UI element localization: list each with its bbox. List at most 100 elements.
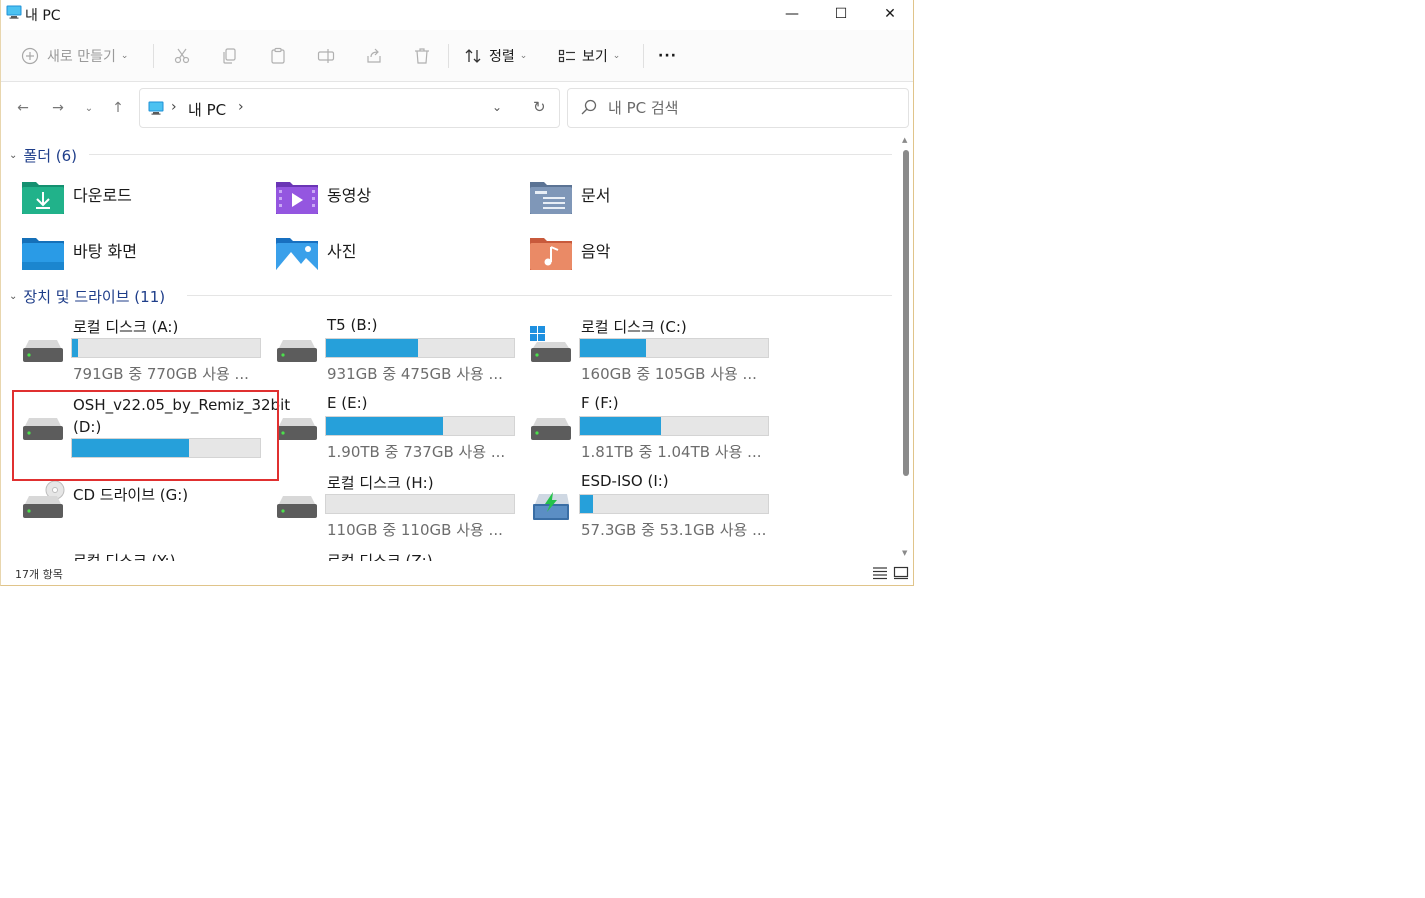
cut-button[interactable] <box>173 42 191 70</box>
hard-drive-icon <box>277 418 317 440</box>
scissors-icon <box>174 48 190 64</box>
drive-name: 로컬 디스크 (Z:) <box>327 552 433 561</box>
videos-folder-icon <box>276 182 318 214</box>
close-button[interactable]: ✕ <box>866 0 913 28</box>
folder-videos[interactable]: 동영상 <box>275 176 515 226</box>
hard-drive-icon <box>277 340 317 362</box>
drive-name: ESD-ISO (I:) <box>581 472 669 490</box>
documents-folder-icon <box>530 182 572 214</box>
minimize-button[interactable]: — <box>768 0 816 28</box>
drive-h[interactable]: 로컬 디스크 (H:) 110GB 중 110GB 사용 ... <box>275 472 529 544</box>
drive-info: 931GB 중 475GB 사용 ... <box>327 365 503 383</box>
folder-downloads[interactable]: 다운로드 <box>21 176 261 226</box>
drive-usage-bar <box>325 416 515 436</box>
large-icons-view-icon[interactable] <box>893 566 909 580</box>
address-bar[interactable]: › 내 PC › ⌄ ↻ <box>139 88 560 128</box>
drive-name: T5 (B:) <box>327 316 378 334</box>
hard-drive-icon <box>531 418 571 440</box>
drive-i[interactable]: ESD-ISO (I:) 57.3GB 중 53.1GB 사용 ... <box>529 472 783 544</box>
section-divider <box>187 295 892 296</box>
search-box[interactable] <box>567 88 909 128</box>
arrow-right-icon: → <box>52 100 64 116</box>
drive-y[interactable]: 로컬 디스크 (Y:) <box>21 550 275 561</box>
divider <box>643 44 644 68</box>
recent-locations-button[interactable]: ⌄ <box>77 96 101 120</box>
drive-a[interactable]: 로컬 디스크 (A:) 791GB 중 770GB 사용 ... <box>21 316 275 388</box>
chevron-down-icon: ⌄ <box>9 149 18 161</box>
iso-drive-icon <box>533 492 569 520</box>
back-button[interactable]: ← <box>11 96 35 120</box>
drive-name: 로컬 디스크 (A:) <box>73 318 179 336</box>
chevron-down-icon: ⌄ <box>84 102 94 114</box>
drive-usage-bar <box>579 494 769 514</box>
chevron-down-icon: ⌄ <box>9 290 18 302</box>
scroll-up-icon[interactable]: ▲ <box>902 136 907 144</box>
this-pc-icon <box>6 5 22 19</box>
drive-usage-fill <box>580 495 594 513</box>
drive-info: 791GB 중 770GB 사용 ... <box>73 365 249 383</box>
drive-c[interactable]: 로컬 디스크 (C:) 160GB 중 105GB 사용 ... <box>529 316 783 388</box>
drive-usage-bar <box>579 416 769 436</box>
arrow-left-icon: ← <box>17 100 29 116</box>
divider <box>448 44 449 68</box>
drive-name: 로컬 디스크 (Y:) <box>73 552 176 561</box>
folders-section-title: 폴더 (6) <box>23 146 78 165</box>
forward-button[interactable]: → <box>46 96 70 120</box>
windows-drive-icon <box>530 326 571 362</box>
new-button-label: 새로 만들기 <box>47 49 116 65</box>
scroll-down-icon[interactable]: ▼ <box>902 549 907 557</box>
sort-button[interactable]: 정렬 ⌄ <box>464 42 527 70</box>
delete-button[interactable] <box>413 42 431 70</box>
drive-b[interactable]: T5 (B:) 931GB 중 475GB 사용 ... <box>275 316 529 388</box>
address-history-dropdown-icon[interactable]: ⌄ <box>492 100 502 114</box>
drive-g[interactable]: CD 드라이브 (G:) <box>21 472 275 544</box>
up-button[interactable]: ↑ <box>106 96 130 120</box>
drive-z[interactable]: 로컬 디스크 (Z:) <box>275 550 529 561</box>
folder-pictures[interactable]: 사진 <box>275 232 515 282</box>
drive-e[interactable]: E (E:) 1.90TB 중 737GB 사용 ... <box>275 394 529 466</box>
copy-icon <box>223 48 236 64</box>
folder-desktop[interactable]: 바탕 화면 <box>21 232 261 282</box>
this-pc-icon <box>148 101 164 115</box>
drive-f[interactable]: F (F:) 1.81TB 중 1.04TB 사용 ... <box>529 394 783 466</box>
window-title: 내 PC <box>25 8 61 24</box>
paste-icon <box>271 47 285 64</box>
refresh-icon[interactable]: ↻ <box>533 98 546 116</box>
share-icon <box>367 48 381 63</box>
share-button[interactable] <box>365 42 383 70</box>
drive-name: 로컬 디스크 (C:) <box>581 318 687 336</box>
copy-button[interactable] <box>221 42 239 70</box>
folder-name: 다운로드 <box>73 186 132 205</box>
vertical-scrollbar[interactable]: ▲ ▼ <box>899 136 913 561</box>
view-button[interactable]: 보기 ⌄ <box>558 42 620 70</box>
see-more-button[interactable]: ··· <box>658 42 677 70</box>
drive-info: 1.81TB 중 1.04TB 사용 ... <box>581 443 762 461</box>
drive-info: 57.3GB 중 53.1GB 사용 ... <box>581 521 767 539</box>
folder-name: 바탕 화면 <box>73 242 137 261</box>
drive-usage-bar <box>71 338 261 358</box>
drive-usage-bar <box>325 338 515 358</box>
details-view-icon[interactable] <box>872 566 888 580</box>
sort-button-label: 정렬 <box>489 49 515 65</box>
folder-documents[interactable]: 문서 <box>529 176 769 226</box>
drives-section-header[interactable]: ⌄ 장치 및 드라이브 (11) <box>9 285 165 307</box>
new-button[interactable]: 새로 만들기 ⌄ <box>21 42 128 70</box>
search-input[interactable] <box>608 97 888 119</box>
rename-button[interactable] <box>317 42 335 70</box>
title-bar: 내 PC — ☐ ✕ <box>1 0 913 30</box>
folder-name: 동영상 <box>327 186 372 205</box>
cd-drive-icon <box>23 480 65 518</box>
chevron-down-icon: ⌄ <box>612 51 621 61</box>
breadcrumb-this-pc[interactable]: 내 PC <box>188 99 226 120</box>
scrollbar-thumb[interactable] <box>903 150 909 476</box>
view-button-label: 보기 <box>582 49 608 65</box>
selection-highlight-box <box>12 390 279 481</box>
chevron-right-icon[interactable]: › <box>238 99 244 115</box>
folders-section-header[interactable]: ⌄ 폴더 (6) <box>9 144 77 166</box>
folder-music[interactable]: 음악 <box>529 232 769 282</box>
maximize-button[interactable]: ☐ <box>817 0 865 28</box>
content-area: ⌄ 폴더 (6) 다운로드 동영상 문서 바탕 화면 사진 음악 ⌄ 장치 및 … <box>1 136 899 561</box>
chevron-right-icon[interactable]: › <box>171 99 177 115</box>
drive-usage-bar <box>579 338 769 358</box>
paste-button[interactable] <box>269 42 287 70</box>
